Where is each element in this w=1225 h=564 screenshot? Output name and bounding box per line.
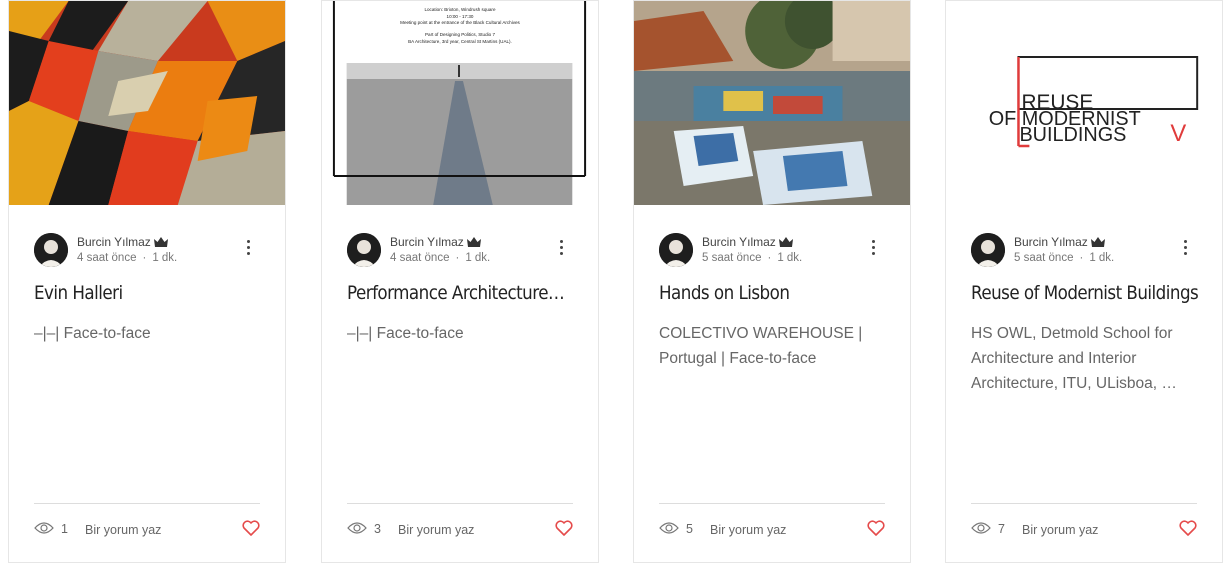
poster-text-line: Part of Designing Politics, Studio 7 xyxy=(425,32,495,37)
write-comment-link[interactable]: Bir yorum yaz xyxy=(398,523,474,537)
post-meta: Burcin Yılmaz 4 saat önce · 1 dk. xyxy=(34,230,260,270)
post-cover-image[interactable]: Location: Brixton, Windrush square 10:00… xyxy=(322,1,598,205)
post-title[interactable]: Reuse of Modernist Buildings xyxy=(971,282,1225,304)
post-footer: 1 Bir yorum yaz xyxy=(34,519,260,541)
post-card[interactable]: Location: Brixton, Windrush square 10:00… xyxy=(321,0,599,563)
author-avatar[interactable] xyxy=(347,233,381,267)
crown-icon xyxy=(778,236,793,250)
view-count: 7 xyxy=(998,522,1005,536)
post-title[interactable]: Evin Halleri xyxy=(34,282,289,304)
post-cover-image[interactable] xyxy=(634,1,910,205)
view-count: 5 xyxy=(686,522,693,536)
post-footer: 5 Bir yorum yaz xyxy=(659,519,885,541)
heart-icon[interactable] xyxy=(242,520,260,539)
post-meta: Burcin Yılmaz 4 saat önce · 1 dk. xyxy=(347,230,573,270)
post-excerpt: HS OWL, Detmold School for Architecture … xyxy=(971,325,1177,392)
poster-text-line: BA Architecture, 3rd year, Central St Ma… xyxy=(408,39,512,44)
write-comment-link[interactable]: Bir yorum yaz xyxy=(85,523,161,537)
write-comment-link[interactable]: Bir yorum yaz xyxy=(1022,523,1098,537)
more-vertical-icon[interactable] xyxy=(555,240,567,258)
more-vertical-icon[interactable] xyxy=(867,240,879,258)
post-title[interactable]: Performance Architecture… xyxy=(347,282,602,304)
post-footer: 3 Bir yorum yaz xyxy=(347,519,573,541)
logo-text-line: BUILDINGS xyxy=(1019,124,1126,146)
eye-icon xyxy=(659,521,679,538)
post-meta: Burcin Yılmaz 5 saat önce · 1 dk. xyxy=(659,230,885,270)
eye-icon xyxy=(971,521,991,538)
post-card[interactable]: REUSE OF MODERNIST BUILDINGS V Burcin Yı… xyxy=(945,0,1223,563)
eye-icon xyxy=(34,521,54,538)
logo-roman-numeral: V xyxy=(1170,120,1186,147)
post-excerpt: –|–| Face-to-face xyxy=(347,325,464,342)
author-avatar[interactable] xyxy=(659,233,693,267)
divider xyxy=(34,503,260,504)
post-meta: Burcin Yılmaz 5 saat önce · 1 dk. xyxy=(971,230,1197,270)
poster-text-line: Location: Brixton, Windrush square xyxy=(424,7,495,12)
crown-icon xyxy=(153,236,168,250)
author-avatar[interactable] xyxy=(34,233,68,267)
post-title[interactable]: Hands on Lisbon xyxy=(659,282,914,304)
author-name[interactable]: Burcin Yılmaz xyxy=(390,235,481,250)
more-vertical-icon[interactable] xyxy=(1179,240,1191,258)
post-timestamp: 4 saat önce · 1 dk. xyxy=(390,252,491,264)
post-timestamp: 4 saat önce · 1 dk. xyxy=(77,252,178,264)
heart-icon[interactable] xyxy=(555,520,573,539)
crown-icon xyxy=(466,236,481,250)
more-vertical-icon[interactable] xyxy=(242,240,254,258)
post-timestamp: 5 saat önce · 1 dk. xyxy=(702,252,803,264)
poster-text-line: Meeting point at the entrance of the Bla… xyxy=(400,20,520,25)
author-name[interactable]: Burcin Yılmaz xyxy=(77,235,168,250)
view-count: 1 xyxy=(61,522,68,536)
eye-icon xyxy=(347,521,367,538)
post-excerpt: –|–| Face-to-face xyxy=(34,325,151,342)
divider xyxy=(971,503,1197,504)
poster-text-line: 10:00 - 17:30 xyxy=(447,14,474,19)
heart-icon[interactable] xyxy=(1179,520,1197,539)
write-comment-link[interactable]: Bir yorum yaz xyxy=(710,523,786,537)
post-card[interactable]: Burcin Yılmaz 4 saat önce · 1 dk. Evin Hal… xyxy=(8,0,286,563)
post-grid: Burcin Yılmaz 4 saat önce · 1 dk. Evin Hal… xyxy=(0,0,1225,564)
post-timestamp: 5 saat önce · 1 dk. xyxy=(1014,252,1115,264)
author-name[interactable]: Burcin Yılmaz xyxy=(702,235,793,250)
author-avatar[interactable] xyxy=(971,233,1005,267)
post-cover-image[interactable]: REUSE OF MODERNIST BUILDINGS V xyxy=(946,1,1222,205)
post-excerpt: COLECTIVO WAREHOUSE | Portugal | Face-to… xyxy=(659,325,863,367)
post-footer: 7 Bir yorum yaz xyxy=(971,519,1197,541)
view-count: 3 xyxy=(374,522,381,536)
divider xyxy=(659,503,885,504)
author-name[interactable]: Burcin Yılmaz xyxy=(1014,235,1105,250)
divider xyxy=(347,503,573,504)
heart-icon[interactable] xyxy=(867,520,885,539)
post-card[interactable]: Burcin Yılmaz 5 saat önce · 1 dk. Hands on… xyxy=(633,0,911,563)
post-cover-image[interactable] xyxy=(9,1,285,205)
crown-icon xyxy=(1090,236,1105,250)
